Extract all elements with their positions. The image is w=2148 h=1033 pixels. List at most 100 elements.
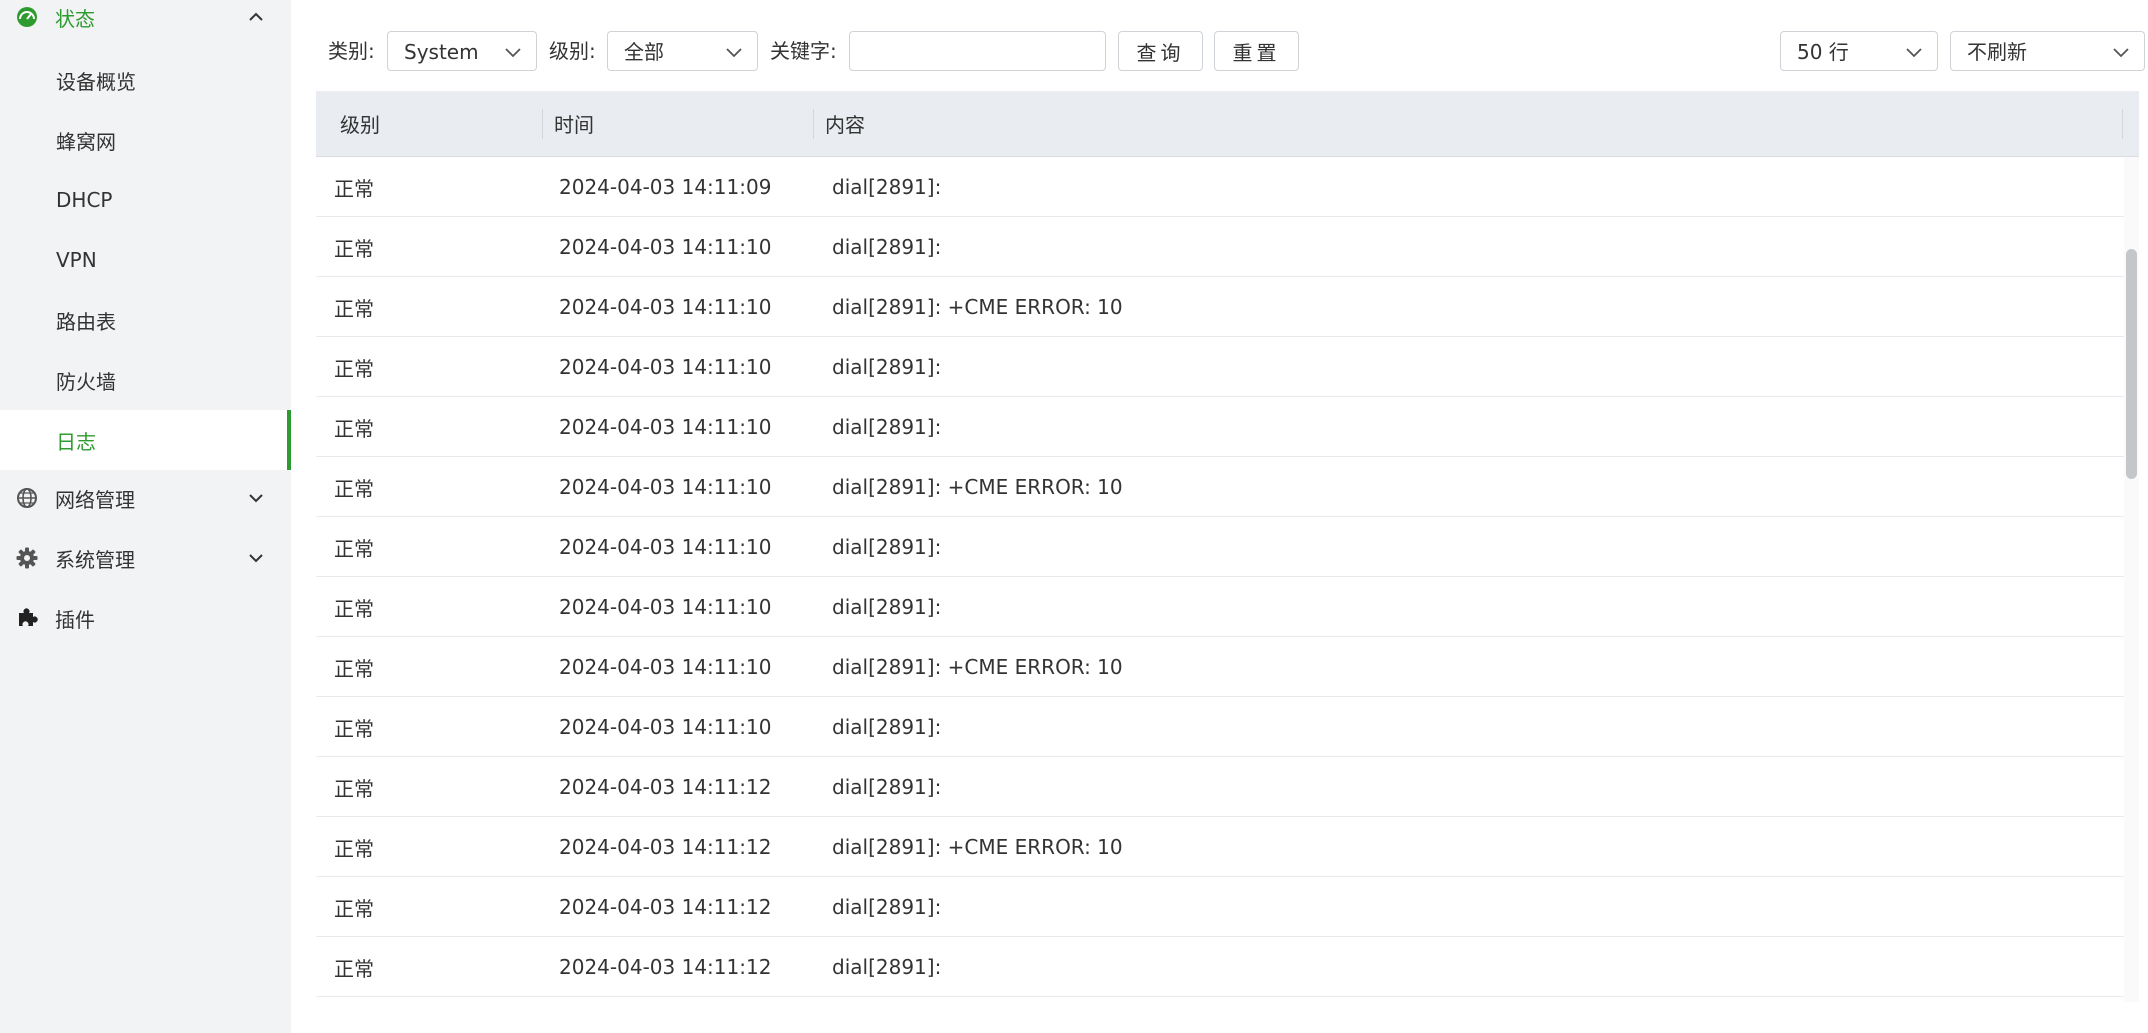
table-row: 正常 2024-04-03 14:11:10 dial[2891]: xyxy=(316,697,2124,757)
cell-level: 正常 xyxy=(334,416,374,441)
category-label: 类别: xyxy=(328,39,375,63)
gear-icon xyxy=(15,546,39,570)
sidebar-item-label: 蜂窝网 xyxy=(56,129,116,154)
cell-time: 2024-04-03 14:11:09 xyxy=(559,175,772,199)
column-divider xyxy=(542,109,543,139)
sidebar-item-routing-table[interactable]: 路由表 xyxy=(0,290,291,350)
table-body: 正常 2024-04-03 14:11:09 dial[2891]: 正常 2024-0… xyxy=(316,157,2124,1002)
cell-time: 2024-04-03 14:11:10 xyxy=(559,235,772,259)
menu-system-label: 系统管理 xyxy=(55,547,135,572)
table-header: 级别 时间 内容 xyxy=(316,91,2139,157)
sidebar-item-logs[interactable]: 日志 xyxy=(0,410,291,470)
cell-level: 正常 xyxy=(334,236,374,261)
globe-icon xyxy=(15,486,39,510)
column-header-level[interactable]: 级别 xyxy=(340,91,380,156)
menu-plugins-label: 插件 xyxy=(55,607,95,632)
cell-level: 正常 xyxy=(334,896,374,921)
sidebar-item-label: 设备概览 xyxy=(56,69,136,94)
dashboard-icon xyxy=(15,5,39,29)
cell-content: dial[2891]: xyxy=(832,235,942,259)
cell-time: 2024-04-03 14:11:10 xyxy=(559,595,772,619)
sidebar-item-label: 防火墙 xyxy=(56,369,116,394)
table-row: 正常 2024-04-03 14:11:10 dial[2891]: xyxy=(316,517,2124,577)
cell-level: 正常 xyxy=(334,776,374,801)
sidebar-item-cellular[interactable]: 蜂窝网 xyxy=(0,110,291,170)
chevron-up-icon[interactable] xyxy=(246,7,266,27)
cell-content: dial[2891]: +CME ERROR: 10 xyxy=(832,655,1123,679)
category-select-value: System xyxy=(404,40,479,64)
sidebar-item-device-overview[interactable]: 设备概览 xyxy=(0,50,291,110)
menu-system-management[interactable]: 系统管理 xyxy=(0,528,291,588)
chevron-down-icon[interactable] xyxy=(246,488,266,508)
sidebar-item-label: 日志 xyxy=(56,429,96,454)
cell-time: 2024-04-03 14:11:10 xyxy=(559,295,772,319)
table-row: 正常 2024-04-03 14:11:10 dial[2891]: +CME ER… xyxy=(316,277,2124,337)
cell-level: 正常 xyxy=(334,836,374,861)
cell-time: 2024-04-03 14:11:10 xyxy=(559,655,772,679)
level-select-value: 全部 xyxy=(624,40,664,64)
table-row: 正常 2024-04-03 14:11:10 dial[2891]: xyxy=(316,397,2124,457)
sidebar-item-vpn[interactable]: VPN xyxy=(0,230,291,290)
cell-time: 2024-04-03 14:11:10 xyxy=(559,415,772,439)
category-select[interactable]: System xyxy=(387,31,537,71)
refresh-interval-value: 不刷新 xyxy=(1967,40,2027,64)
table-row: 正常 2024-04-03 14:11:10 dial[2891]: xyxy=(316,577,2124,637)
table-row: 正常 2024-04-03 14:11:12 dial[2891]: xyxy=(316,757,2124,817)
scrollbar-thumb[interactable] xyxy=(2126,249,2137,479)
sidebar-item-label: 路由表 xyxy=(56,309,116,334)
cell-time: 2024-04-03 14:11:10 xyxy=(559,715,772,739)
sidebar: 状态 设备概览 蜂窝网 DHCP VPN 路由表 防火墙 日志 网络管理 系统管 xyxy=(0,0,291,1033)
column-header-time[interactable]: 时间 xyxy=(554,91,594,156)
menu-network-label: 网络管理 xyxy=(55,487,135,512)
rows-per-page-select[interactable]: 50 行 xyxy=(1780,31,1938,71)
table-row: 正常 2024-04-03 14:11:09 dial[2891]: xyxy=(316,157,2124,217)
menu-status[interactable]: 状态 xyxy=(0,0,291,47)
cell-time: 2024-04-03 14:11:12 xyxy=(559,835,772,859)
cell-time: 2024-04-03 14:11:12 xyxy=(559,955,772,979)
sidebar-item-label: DHCP xyxy=(56,188,113,212)
cell-level: 正常 xyxy=(334,956,374,981)
chevron-down-icon[interactable] xyxy=(246,548,266,568)
cell-content: dial[2891]: xyxy=(832,895,942,919)
cell-level: 正常 xyxy=(334,716,374,741)
cell-level: 正常 xyxy=(334,656,374,681)
reset-button[interactable]: 重置 xyxy=(1214,31,1299,71)
keyword-label: 关键字: xyxy=(770,39,837,63)
sidebar-item-dhcp[interactable]: DHCP xyxy=(0,170,291,230)
cell-content: dial[2891]: xyxy=(832,775,942,799)
column-divider xyxy=(2122,109,2123,139)
level-select[interactable]: 全部 xyxy=(607,31,758,71)
chevron-down-icon xyxy=(2113,48,2129,58)
cell-content: dial[2891]: xyxy=(832,355,942,379)
cell-time: 2024-04-03 14:11:10 xyxy=(559,355,772,379)
chevron-down-icon xyxy=(1906,48,1922,58)
cell-level: 正常 xyxy=(334,296,374,321)
table-row: 正常 2024-04-03 14:11:10 dial[2891]: +CME ER… xyxy=(316,457,2124,517)
cell-content: dial[2891]: xyxy=(832,415,942,439)
column-divider xyxy=(813,109,814,139)
menu-plugins[interactable]: 插件 xyxy=(0,588,291,648)
cell-content: dial[2891]: +CME ERROR: 10 xyxy=(832,295,1123,319)
keyword-input[interactable] xyxy=(849,31,1106,71)
table-row: 正常 2024-04-03 14:11:10 dial[2891]: +CME ER… xyxy=(316,637,2124,697)
cell-level: 正常 xyxy=(334,536,374,561)
chevron-down-icon xyxy=(726,48,742,58)
cell-content: dial[2891]: +CME ERROR: 10 xyxy=(832,835,1123,859)
refresh-interval-select[interactable]: 不刷新 xyxy=(1950,31,2145,71)
cell-content: dial[2891]: xyxy=(832,595,942,619)
sidebar-item-label: VPN xyxy=(56,248,97,272)
column-header-content[interactable]: 内容 xyxy=(825,91,865,156)
level-label: 级别: xyxy=(549,39,596,63)
menu-status-label: 状态 xyxy=(55,6,95,31)
query-button[interactable]: 查询 xyxy=(1118,31,1203,71)
cell-content: dial[2891]: xyxy=(832,715,942,739)
cell-content: dial[2891]: xyxy=(832,955,942,979)
cell-content: dial[2891]: xyxy=(832,535,942,559)
sidebar-item-firewall[interactable]: 防火墙 xyxy=(0,350,291,410)
rows-per-page-value: 50 行 xyxy=(1797,40,1849,64)
chevron-down-icon xyxy=(505,48,521,58)
menu-network-management[interactable]: 网络管理 xyxy=(0,468,291,528)
scrollbar-track[interactable] xyxy=(2124,157,2139,1002)
cell-content: dial[2891]: +CME ERROR: 10 xyxy=(832,475,1123,499)
puzzle-icon xyxy=(15,606,39,630)
